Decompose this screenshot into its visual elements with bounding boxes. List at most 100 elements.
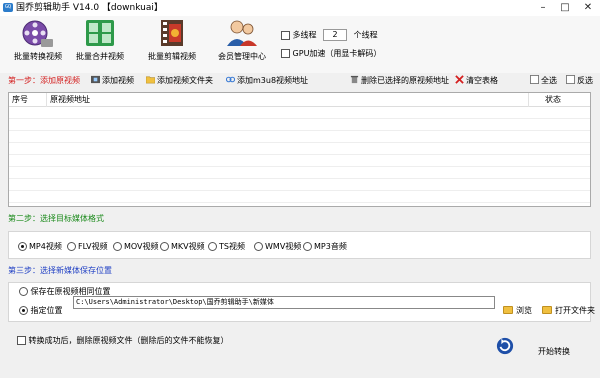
film-frames-icon <box>86 20 114 46</box>
table-row[interactable] <box>9 108 590 119</box>
multithread-option: 多线程 2 个线程 <box>281 29 378 42</box>
delete-icon <box>350 75 359 84</box>
format-mp4-option[interactable]: MP4视频 <box>18 241 62 252</box>
delete-after-label: 转换成功后，删除原视频文件（删除后的文件不能恢复） <box>28 336 229 345</box>
clear-table-label: 清空表格 <box>466 76 498 85</box>
delete-after-checkbox[interactable] <box>17 336 26 345</box>
refresh-arrow-icon <box>496 337 514 355</box>
x-mark-icon <box>455 75 464 84</box>
minimize-button[interactable]: – <box>532 0 554 16</box>
location-panel: 保存在原视频相同位置 指定位置 C:\Users\Administrator\D… <box>8 282 595 322</box>
select-all-label: 全选 <box>541 76 557 85</box>
step1-title: 第一步：添加原视频 <box>8 76 80 85</box>
format-ts-option[interactable]: TS视频 <box>208 241 245 252</box>
add-video-button[interactable]: 添加视频 <box>91 74 134 88</box>
custom-location-label: 指定位置 <box>30 306 63 315</box>
start-convert-label: 开始转换 <box>538 347 570 356</box>
add-m3u8-label: 添加m3u8视频地址 <box>237 76 309 85</box>
clear-table-button[interactable]: 清空表格 <box>455 74 498 88</box>
radio-mp4[interactable] <box>18 242 27 251</box>
radio-same-location[interactable] <box>19 287 28 296</box>
custom-location-option[interactable]: 指定位置 <box>19 305 63 316</box>
invert-selection-icon <box>566 75 575 84</box>
batch-convert-label: 批量转换视频 <box>14 52 62 61</box>
batch-convert-button[interactable]: 批量转换视频 <box>14 18 62 62</box>
link-icon <box>226 76 235 83</box>
format-wmv-label: WMV视频 <box>265 242 302 251</box>
same-location-label: 保存在原视频相同位置 <box>30 287 111 296</box>
thread-unit-label: 个线程 <box>353 30 378 40</box>
radio-mov[interactable] <box>113 242 122 251</box>
select-all-button[interactable]: 全选 <box>530 74 557 88</box>
open-folder-label: 打开文件夹 <box>555 306 595 315</box>
close-button[interactable]: ✕ <box>577 0 599 16</box>
delete-after-option[interactable]: 转换成功后，删除原视频文件（删除后的文件不能恢复） <box>17 335 229 346</box>
add-folder-label: 添加视频文件夹 <box>157 76 213 85</box>
multithread-label: 多线程 <box>292 30 317 40</box>
folder-icon <box>503 306 513 314</box>
add-m3u8-button[interactable]: 添加m3u8视频地址 <box>226 74 308 88</box>
radio-custom-location[interactable] <box>19 306 28 315</box>
format-mkv-option[interactable]: MKV视频 <box>160 241 205 252</box>
batch-edit-label: 批量剪辑视频 <box>148 52 196 61</box>
radio-wmv[interactable] <box>254 242 263 251</box>
member-center-label: 会员管理中心 <box>218 52 266 61</box>
column-source-path[interactable]: 原视频地址 <box>47 93 529 107</box>
title-bar: GQ 国乔剪辑助手 V14.0 【downkuai】 – □ ✕ <box>0 0 600 16</box>
radio-flv[interactable] <box>67 242 76 251</box>
browse-button[interactable]: 浏览 <box>503 305 532 316</box>
table-row[interactable] <box>9 192 590 203</box>
radio-mp3[interactable] <box>303 242 312 251</box>
table-row[interactable] <box>9 132 590 143</box>
member-center-button[interactable]: 会员管理中心 <box>218 18 266 62</box>
radio-ts[interactable] <box>208 242 217 251</box>
clapperboard-icon <box>161 20 183 46</box>
radio-mkv[interactable] <box>160 242 169 251</box>
folder-icon <box>542 306 552 314</box>
batch-edit-button[interactable]: 批量剪辑视频 <box>148 18 196 62</box>
batch-merge-button[interactable]: 批量合并视频 <box>76 18 124 62</box>
gpu-option: GPU加速（用显卡解码） <box>281 48 381 60</box>
open-folder-button[interactable]: 打开文件夹 <box>542 305 595 316</box>
invert-selection-label: 反选 <box>577 76 593 85</box>
format-flv-label: FLV视频 <box>78 242 108 251</box>
format-mp3-option[interactable]: MP3音频 <box>303 241 347 252</box>
film-reel-icon <box>22 20 53 47</box>
format-mov-option[interactable]: MOV视频 <box>113 241 159 252</box>
format-flv-option[interactable]: FLV视频 <box>67 241 108 252</box>
multithread-checkbox[interactable] <box>281 30 290 40</box>
table-row[interactable] <box>9 120 590 131</box>
toolbar: 批量转换视频 批量合并视频 批量剪辑视频 会员管理中心 多线程 2 个线程 GP… <box>0 16 600 73</box>
table-row[interactable] <box>9 156 590 167</box>
format-mkv-label: MKV视频 <box>171 242 205 251</box>
maximize-button[interactable]: □ <box>554 0 576 16</box>
step2-title: 第二步：选择目标媒体格式 <box>8 214 104 223</box>
step1-header: 第一步：添加原视频 添加视频 添加视频文件夹 添加m3u8视频地址 删除已选择的… <box>0 74 600 88</box>
browse-label: 浏览 <box>516 306 532 315</box>
format-panel: MP4视频 FLV视频 MOV视频 MKV视频 TS视频 WMV视频 MP3音频 <box>8 231 591 259</box>
thread-count-input[interactable]: 2 <box>323 29 348 41</box>
add-folder-button[interactable]: 添加视频文件夹 <box>146 74 213 88</box>
app-icon: GQ <box>3 3 13 12</box>
format-mov-label: MOV视频 <box>124 242 159 251</box>
delete-selected-label: 删除已选择的原视频地址 <box>361 76 449 85</box>
format-wmv-option[interactable]: WMV视频 <box>254 241 301 252</box>
delete-selected-button[interactable]: 删除已选择的原视频地址 <box>350 74 449 88</box>
table-row[interactable] <box>9 180 590 191</box>
column-index[interactable]: 序号 <box>9 93 47 107</box>
video-table[interactable]: 序号 原视频地址 状态 <box>8 92 591 207</box>
folder-icon <box>146 76 155 84</box>
output-path-input[interactable]: C:\Users\Administrator\Desktop\国乔剪辑助手\新媒… <box>73 296 495 309</box>
table-row[interactable] <box>9 144 590 155</box>
step3-title: 第三步：选择新媒体保存位置 <box>8 266 112 275</box>
column-status[interactable]: 状态 <box>529 93 590 107</box>
gpu-checkbox[interactable] <box>281 49 290 58</box>
table-row[interactable] <box>9 168 590 179</box>
format-ts-label: TS视频 <box>219 242 245 251</box>
users-icon <box>227 20 257 46</box>
film-strip-icon <box>91 75 100 84</box>
add-video-label: 添加视频 <box>102 76 134 85</box>
table-header: 序号 原视频地址 状态 <box>9 93 590 107</box>
invert-selection-button[interactable]: 反选 <box>566 74 593 88</box>
step3-header: 第三步：选择新媒体保存位置 <box>0 264 600 278</box>
